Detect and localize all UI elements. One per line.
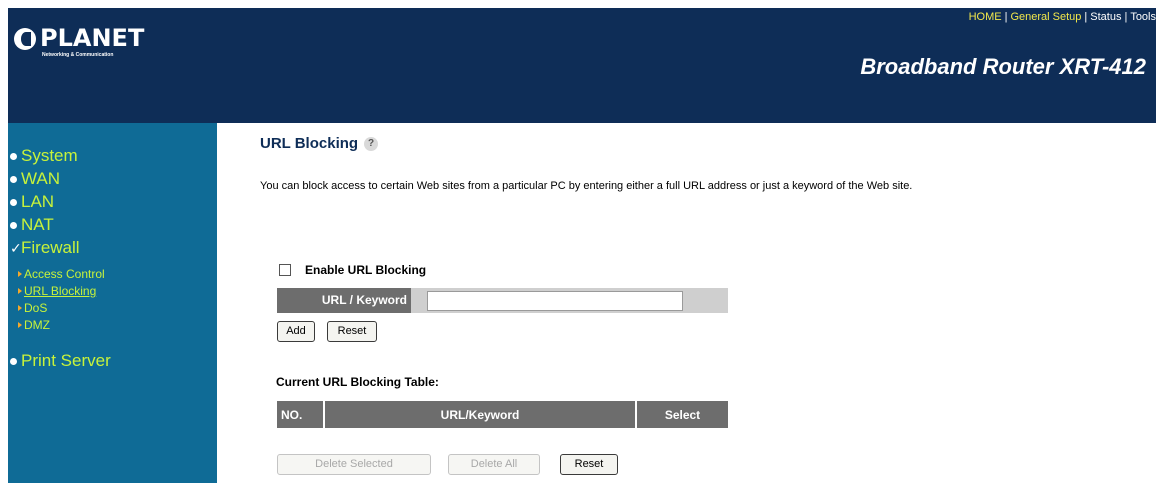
planet-logo: PLANET Networking & Communication: [14, 24, 144, 74]
bullet-icon: [10, 357, 17, 365]
sidebar-subitem-url-blocking[interactable]: URL Blocking: [18, 284, 96, 298]
arrow-icon: [18, 322, 22, 328]
nav-home-link[interactable]: HOME: [969, 11, 1002, 23]
enable-url-blocking-row: Enable URL Blocking: [279, 263, 426, 277]
url-keyword-row: URL / Keyword: [277, 288, 728, 313]
sidebar-item-label: NAT: [21, 215, 54, 234]
table-header-row: NO. URL/Keyword Select: [277, 401, 728, 428]
page-description: You can block access to certain Web site…: [260, 180, 913, 192]
sidebar-item-firewall[interactable]: ✓ Firewall: [10, 238, 80, 258]
help-icon[interactable]: ?: [364, 136, 379, 151]
url-keyword-label: URL / Keyword: [277, 288, 411, 313]
sidebar-item-lan[interactable]: LAN: [10, 192, 54, 212]
reset-button[interactable]: Reset: [327, 321, 377, 342]
table-caption: Current URL Blocking Table:: [276, 375, 439, 389]
sidebar-subitem-dmz[interactable]: DMZ: [18, 318, 50, 332]
sidebar-item-label: System: [21, 146, 78, 165]
url-blocking-table: NO. URL/Keyword Select: [277, 401, 728, 428]
url-keyword-input[interactable]: [427, 291, 683, 311]
enable-url-blocking-label: Enable URL Blocking: [305, 263, 427, 277]
sidebar-item-label: LAN: [21, 192, 55, 211]
arrow-icon: [18, 305, 22, 311]
delete-all-button[interactable]: Delete All: [448, 454, 540, 475]
nav-tools-link[interactable]: Tools: [1130, 11, 1156, 23]
logo-tagline: Networking & Communication: [42, 52, 114, 58]
sidebar-item-system[interactable]: System: [10, 146, 78, 166]
sidebar-item-label: WAN: [21, 169, 61, 188]
bullet-icon: [10, 198, 17, 206]
sidebar-subitem-label: DoS: [24, 301, 48, 315]
bottom-reset-button[interactable]: Reset: [560, 454, 618, 475]
sidebar-item-wan[interactable]: WAN: [10, 169, 60, 189]
column-header-url-keyword: URL/Keyword: [323, 401, 636, 428]
sidebar-item-label: Print Server: [21, 351, 111, 370]
sidebar-subitem-label: Access Control: [24, 267, 105, 281]
delete-selected-button[interactable]: Delete Selected: [277, 454, 431, 475]
nav-general-setup-link[interactable]: General Setup: [1010, 11, 1081, 23]
planet-logo-mark-icon: [14, 28, 36, 50]
sidebar-subitem-dos[interactable]: DoS: [18, 301, 47, 315]
sidebar-item-print-server[interactable]: Print Server: [10, 351, 111, 371]
sidebar-subitem-access-control[interactable]: Access Control: [18, 267, 105, 281]
sidebar: System WAN LAN NAT ✓ Firewall Access Con…: [8, 123, 217, 483]
column-header-select: Select: [635, 401, 728, 428]
arrow-icon: [18, 271, 22, 277]
bullet-icon: [10, 221, 17, 229]
nav-status-link[interactable]: Status: [1090, 11, 1121, 23]
bullet-icon: [10, 175, 17, 183]
sidebar-item-label: Firewall: [21, 238, 80, 257]
checkmark-icon: ✓: [10, 239, 22, 256]
sidebar-item-nat[interactable]: NAT: [10, 215, 54, 235]
sidebar-subitem-label: DMZ: [24, 318, 50, 332]
top-nav: HOME | General Setup | Status | Tools: [968, 11, 1156, 23]
bullet-icon: [10, 152, 17, 160]
column-header-no: NO.: [277, 401, 324, 428]
page-title: URL Blocking: [260, 135, 359, 152]
sidebar-subitem-label: URL Blocking: [24, 284, 97, 298]
header-banner: PLANET Networking & Communication HOME | G…: [8, 8, 1156, 123]
arrow-icon: [18, 288, 22, 294]
logo-name: PLANET: [40, 24, 145, 52]
enable-url-blocking-checkbox[interactable]: [279, 264, 291, 276]
main-content: URL Blocking ? You can block access to c…: [217, 123, 1156, 483]
product-title: Broadband Router XRT-412: [860, 54, 1146, 79]
add-button[interactable]: Add: [277, 321, 315, 342]
